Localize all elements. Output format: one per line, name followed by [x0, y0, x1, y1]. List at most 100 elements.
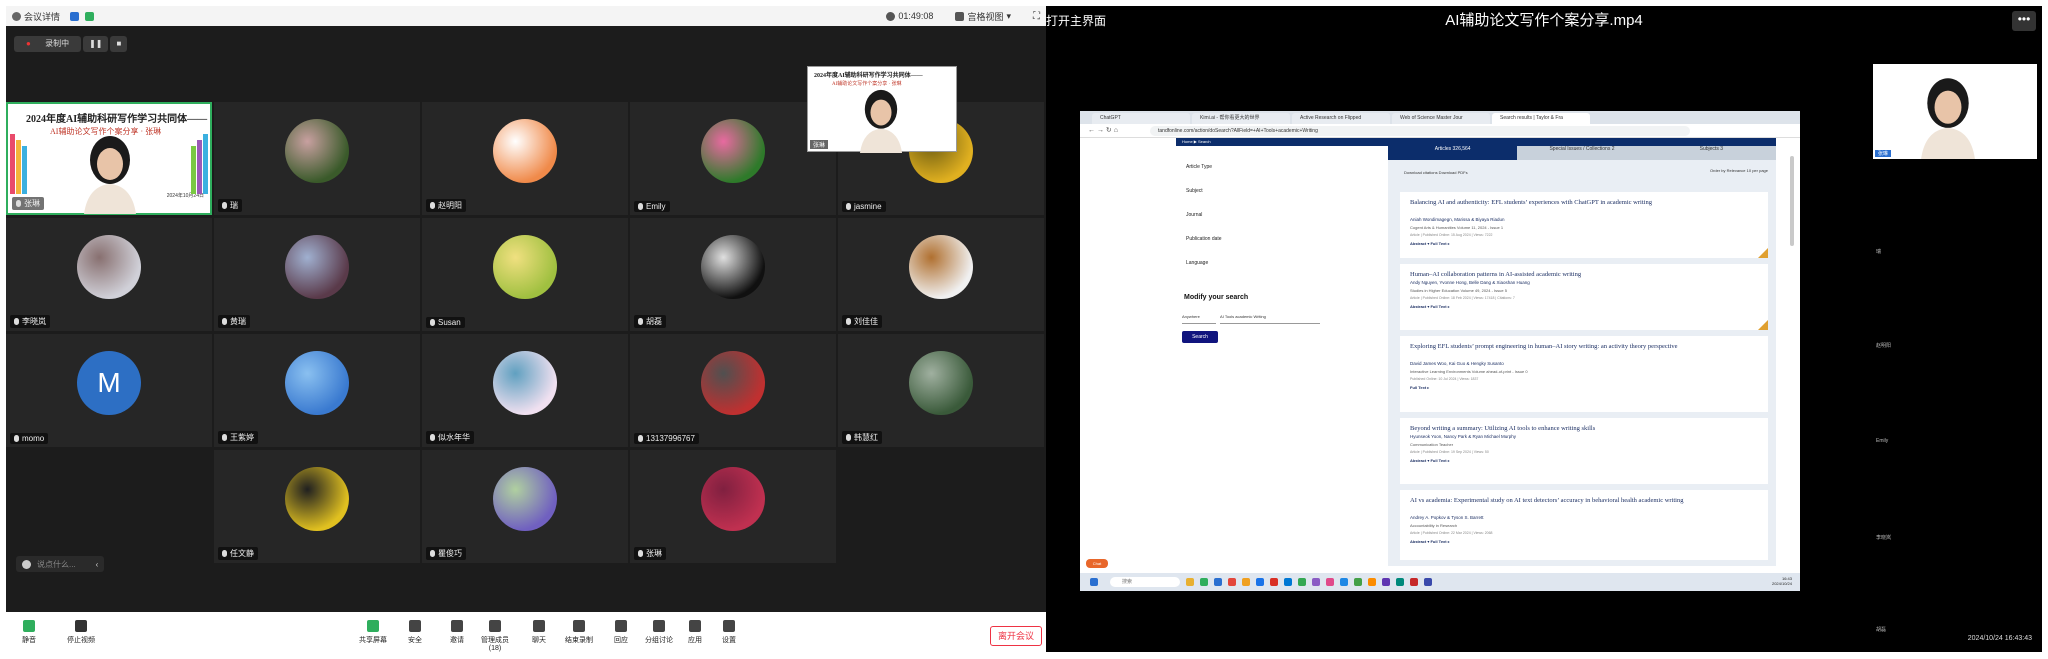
- taskbar-app-icon[interactable]: [1214, 578, 1222, 586]
- speaker-tile[interactable]: 2024年度AI辅助科研写作学习共同体—— AI辅助论文写作个案分享 · 张琳 …: [6, 102, 212, 215]
- participant-tile[interactable]: 胡磊: [630, 218, 836, 331]
- download-tools[interactable]: Download citations Download PDFs: [1404, 170, 1468, 175]
- emoji-icon[interactable]: [22, 559, 31, 569]
- participant-tile[interactable]: 刘佳佳: [838, 218, 1044, 331]
- browser-tab[interactable]: Active Research on Flipped: [1292, 113, 1390, 124]
- participant-tile[interactable]: Susan: [422, 218, 628, 331]
- participant-tile[interactable]: Mmomo: [6, 334, 212, 447]
- nav-arrows-icon[interactable]: ← → ↻ ⌂: [1088, 126, 1118, 134]
- mute-button[interactable]: 静音: [12, 620, 46, 645]
- taskbar-app-icon[interactable]: [1298, 578, 1306, 586]
- windows-start-icon[interactable]: [1090, 578, 1098, 586]
- result-title[interactable]: Exploring EFL students’ prompt engineeri…: [1410, 342, 1750, 351]
- browser-tab[interactable]: Web of Science Master Jour: [1392, 113, 1490, 124]
- browser-tab[interactable]: ChatGPT: [1092, 113, 1190, 124]
- breakout-button[interactable]: 分组讨论: [642, 620, 676, 645]
- taskbar-app-icon[interactable]: [1396, 578, 1404, 586]
- result-authors[interactable]: Hyunseok Yoon, Nancy Park & Ryan Michael…: [1410, 434, 1516, 439]
- result-journal[interactable]: Interactive Learning Environments Volume…: [1410, 369, 1528, 374]
- taskbar-app-icon[interactable]: [1270, 578, 1278, 586]
- filter-item[interactable]: Publication date: [1186, 236, 1222, 242]
- result-title[interactable]: Balancing AI and authenticity: EFL stude…: [1410, 198, 1750, 207]
- filter-item[interactable]: Language: [1186, 260, 1208, 266]
- filter-item[interactable]: Journal: [1186, 212, 1202, 218]
- result-tab[interactable]: Special Issues / Collections 2: [1517, 146, 1647, 160]
- settings-button[interactable]: 设置: [712, 620, 746, 645]
- meeting-info-button[interactable]: 会议详情: [12, 10, 60, 23]
- taskbar-app-icon[interactable]: [1312, 578, 1320, 586]
- participant-tile[interactable]: 似水年华: [422, 334, 628, 447]
- field-select[interactable]: Anywhere: [1182, 314, 1216, 324]
- result-journal[interactable]: Cogent Arts & Humanities Volume 11, 2024…: [1410, 225, 1503, 230]
- filter-item[interactable]: Subject: [1186, 188, 1203, 194]
- result-title[interactable]: Human–AI collaboration patterns in AI-as…: [1410, 270, 1750, 279]
- result-authors[interactable]: Andrey A. Popkov & Tyson S. Barrett: [1410, 515, 1483, 520]
- participant-tile[interactable]: 韩慧红: [838, 334, 1044, 447]
- signal-icon[interactable]: [85, 11, 95, 21]
- reactions-button[interactable]: 回应: [604, 620, 638, 645]
- floating-video[interactable]: 2024年度AI辅助科研写作学习共同体—— AI辅助论文写作个案分享 · 张琳 …: [807, 66, 957, 153]
- participant-tile[interactable]: 瞿俊巧: [422, 450, 628, 563]
- invite-button[interactable]: 邀请: [440, 620, 474, 645]
- result-authors[interactable]: Aniah Wondimagegn, Marissa & Biyaya Riad…: [1410, 217, 1504, 222]
- taskbar-app-icon[interactable]: [1186, 578, 1194, 586]
- participant-tile[interactable]: Emily: [630, 102, 836, 215]
- breadcrumb[interactable]: Home ▶ Search: [1176, 138, 1211, 146]
- chat-button[interactable]: 聊天: [522, 620, 556, 645]
- share-screen-button[interactable]: 共享屏幕: [356, 620, 390, 645]
- stop-recording-toolbar-button[interactable]: 结束录制: [562, 620, 596, 645]
- apps-button[interactable]: 应用: [678, 620, 712, 645]
- more-button[interactable]: •••: [2012, 11, 2036, 31]
- result-authors[interactable]: David James Woo, Kai Guo & Hengky Susant…: [1410, 361, 1504, 366]
- taskbar-app-icon[interactable]: [1354, 578, 1362, 586]
- taskbar-search[interactable]: 搜索: [1110, 577, 1180, 587]
- taskbar-app-icon[interactable]: [1424, 578, 1432, 586]
- participant-tile[interactable]: 瑞: [214, 102, 420, 215]
- result-title[interactable]: Beyond writing a summary: Utilizing AI t…: [1410, 424, 1750, 433]
- manage-members-button[interactable]: 管理成员(18): [478, 620, 512, 652]
- participant-tile[interactable]: 13137996767: [630, 334, 836, 447]
- taskbar-app-icon[interactable]: [1200, 578, 1208, 586]
- fullscreen-icon[interactable]: ⛶: [1033, 11, 1040, 22]
- pause-recording-button[interactable]: ❚❚: [83, 36, 109, 52]
- result-links[interactable]: Abstract ▾ Full Text ▸: [1410, 539, 1450, 544]
- filter-item[interactable]: Article Type: [1186, 164, 1212, 170]
- security-button[interactable]: 安全: [398, 620, 432, 645]
- chat-input[interactable]: 说点什么... ‹: [16, 556, 105, 572]
- leave-meeting-button[interactable]: 离开会议: [990, 626, 1042, 646]
- taskbar-app-icon[interactable]: [1242, 578, 1250, 586]
- result-links[interactable]: Abstract ▾ Full Text ▸: [1410, 304, 1450, 309]
- participant-tile[interactable]: 张琳: [630, 450, 836, 563]
- browser-tab[interactable]: Kimi.ai - 帮你看更大的世界: [1192, 113, 1290, 124]
- taskbar-app-icon[interactable]: [1228, 578, 1236, 586]
- result-tab[interactable]: Subjects 3: [1646, 146, 1776, 160]
- view-switch-button[interactable]: 宫格视图 ▾: [955, 10, 1011, 23]
- chat-tab[interactable]: Chat: [1086, 559, 1108, 568]
- taskbar-app-icon[interactable]: [1284, 578, 1292, 586]
- result-links[interactable]: Abstract ▾ Full Text ▸: [1410, 458, 1450, 463]
- result-links[interactable]: Abstract ▾ Full Text ▸: [1410, 241, 1450, 246]
- result-journal[interactable]: Studies in Higher Education Volume 49, 2…: [1410, 288, 1507, 293]
- query-input[interactable]: AI Tools academic Writing: [1220, 314, 1320, 324]
- taskbar-app-icon[interactable]: [1368, 578, 1376, 586]
- browser-tab[interactable]: Search results | Taylor & Fra: [1492, 113, 1590, 124]
- sort-select[interactable]: Order by Relevance 10 per page: [1710, 168, 1768, 173]
- taskbar-app-icon[interactable]: [1340, 578, 1348, 586]
- taskbar-app-icon[interactable]: [1382, 578, 1390, 586]
- result-journal[interactable]: Communication Teacher: [1410, 442, 1453, 447]
- taskbar-app-icon[interactable]: [1410, 578, 1418, 586]
- result-authors[interactable]: Andy Nguyen, Yvonne Hong, Belle Dang & X…: [1410, 280, 1530, 285]
- participant-tile[interactable]: 王紫婷: [214, 334, 420, 447]
- participant-tile[interactable]: 任文静: [214, 450, 420, 563]
- taskbar-app-icon[interactable]: [1326, 578, 1334, 586]
- participant-tile[interactable]: 赵明阳: [422, 102, 628, 215]
- search-button[interactable]: Search: [1182, 331, 1218, 343]
- shield-icon[interactable]: [70, 11, 80, 21]
- result-journal[interactable]: Accountability in Research: [1410, 523, 1457, 528]
- result-links[interactable]: Full Text ▸: [1410, 385, 1429, 390]
- participant-tile[interactable]: 李晓岚: [6, 218, 212, 331]
- stop-video-button[interactable]: 停止视频: [64, 620, 98, 645]
- scrollbar[interactable]: [1790, 156, 1794, 246]
- stop-recording-button[interactable]: ■: [110, 36, 128, 52]
- participant-tile[interactable]: 黄瑞: [214, 218, 420, 331]
